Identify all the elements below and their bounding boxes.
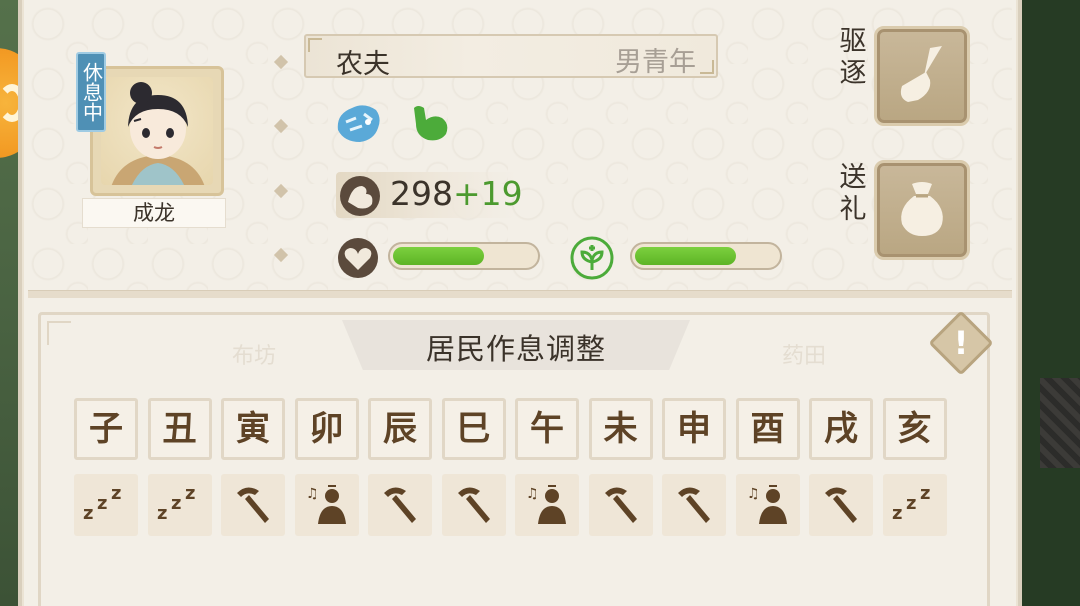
- power-value: 298+19: [390, 174, 523, 213]
- background-label: 布坊: [232, 344, 277, 369]
- pouch-icon: [890, 176, 954, 244]
- work-icon: [672, 481, 716, 529]
- sleep-icon: zzz: [155, 483, 205, 527]
- hour-cell: 酉: [735, 398, 800, 460]
- svg-text:z: z: [97, 493, 107, 514]
- resting-status-tag: 休息中: [76, 52, 106, 132]
- expel-button[interactable]: [874, 26, 970, 126]
- activity-cell-work[interactable]: [588, 474, 653, 536]
- svg-text:z: z: [111, 483, 121, 504]
- mood-bar: [630, 242, 782, 270]
- hour-cell: 丑: [147, 398, 212, 460]
- hour-cell: 子: [74, 398, 138, 460]
- power-bonus: +19: [453, 174, 523, 213]
- svg-text:z: z: [157, 503, 167, 523]
- gift-label: 送礼: [839, 162, 867, 225]
- svg-text:z: z: [185, 483, 195, 504]
- background-label: 药田: [782, 344, 827, 369]
- work-icon: [231, 481, 275, 529]
- activity-cell-leisure[interactable]: ♫: [735, 474, 800, 536]
- work-icon: [599, 481, 643, 529]
- schedule-title: 居民作息调整: [425, 332, 606, 366]
- expel-label: 驱逐: [839, 26, 867, 89]
- hour-cell: 巳: [441, 398, 506, 460]
- health-bar: [388, 242, 540, 270]
- activity-cell-work[interactable]: [441, 474, 506, 536]
- heart-icon: [336, 236, 380, 284]
- hour-cell: 寅: [221, 398, 285, 460]
- leisure-icon: ♫: [745, 480, 791, 530]
- hour-cell: 辰: [368, 398, 432, 460]
- sleep-icon: zzz: [81, 483, 131, 527]
- herb-icon: [570, 236, 614, 284]
- power-base: 298: [390, 174, 453, 213]
- sleep-icon: zzz: [890, 483, 940, 527]
- svg-text:z: z: [171, 493, 181, 514]
- warning-icon: !: [953, 324, 969, 362]
- avatar-portrait: [101, 77, 213, 185]
- activity-cell-work[interactable]: [221, 474, 285, 536]
- activity-cell-sleep[interactable]: zzz: [74, 474, 138, 536]
- mood-bar-fill: [635, 247, 736, 265]
- game-background-right: [1018, 0, 1080, 606]
- activity-cell-sleep[interactable]: zzz: [882, 474, 947, 536]
- occupation-label: 农夫: [336, 49, 390, 80]
- svg-text:♫: ♫: [526, 486, 539, 502]
- gift-button[interactable]: [874, 160, 970, 260]
- tiger-icon[interactable]: [334, 100, 384, 150]
- work-icon: [819, 481, 863, 529]
- activity-cell-work[interactable]: [368, 474, 432, 536]
- age-group-label: 男青年: [615, 47, 696, 78]
- activity-cell-work[interactable]: [662, 474, 726, 536]
- activity-cell-work[interactable]: [809, 474, 873, 536]
- strength-icon[interactable]: [408, 100, 452, 148]
- power-icon: [338, 174, 382, 222]
- section-divider: [28, 290, 1012, 298]
- svg-text:z: z: [83, 503, 93, 523]
- resident-avatar[interactable]: [90, 66, 224, 196]
- leisure-icon: ♫: [524, 480, 570, 530]
- hour-cell: 戌: [809, 398, 873, 460]
- occupation-bar: 农夫 男青年: [304, 34, 718, 80]
- hour-cell: 申: [662, 398, 726, 460]
- svg-text:z: z: [892, 503, 902, 523]
- work-icon: [452, 481, 496, 529]
- svg-text:♫: ♫: [306, 486, 319, 502]
- activity-cell-leisure[interactable]: ♫: [515, 474, 579, 536]
- leisure-icon: ♫: [304, 480, 350, 530]
- broom-icon: [890, 42, 954, 110]
- svg-text:♫: ♫: [747, 486, 760, 502]
- hour-cell: 卯: [294, 398, 359, 460]
- resident-name: 成龙: [82, 198, 226, 228]
- activity-cell-sleep[interactable]: zzz: [147, 474, 212, 536]
- hour-cell: 午: [515, 398, 579, 460]
- hour-cell: 亥: [882, 398, 947, 460]
- hour-cell: 未: [588, 398, 653, 460]
- svg-text:z: z: [920, 483, 930, 504]
- health-bar-fill: [393, 247, 484, 265]
- work-icon: [378, 481, 422, 529]
- activity-cell-leisure[interactable]: ♫: [294, 474, 359, 536]
- svg-text:z: z: [906, 493, 916, 514]
